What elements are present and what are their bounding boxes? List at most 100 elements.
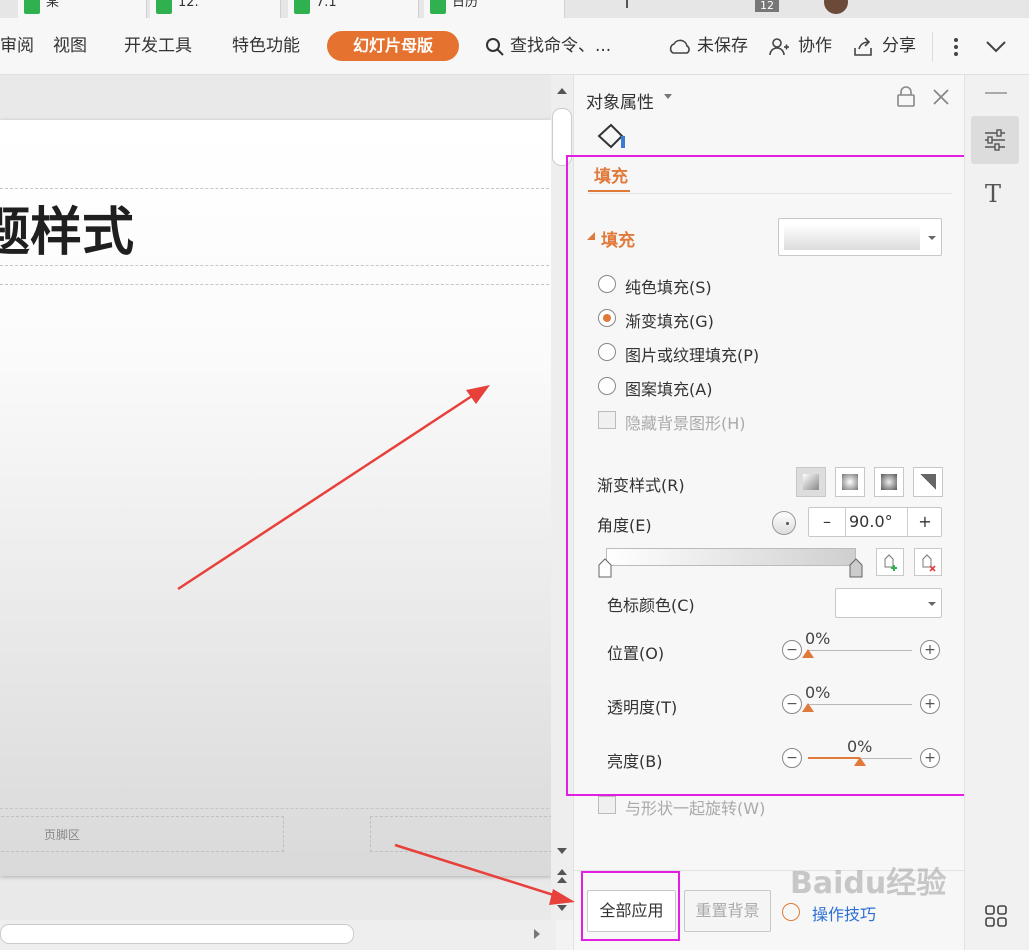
chevron-down-icon[interactable] [984,38,1008,54]
option-rotate-with-shape[interactable]: 与形状一起旋转(W) [625,795,765,819]
grid-apps-icon[interactable] [985,905,1007,927]
share-icon [854,37,872,56]
tab-count-badge[interactable]: 12 [755,0,779,12]
radio-gradient-fill[interactable] [598,309,616,327]
option-solid-fill[interactable]: 纯色填充(S) [625,274,712,298]
fill-bucket-icon[interactable] [596,122,630,152]
sheet-file-icon [156,0,172,14]
checkbox-rotate-with-shape[interactable] [598,796,616,814]
placeholder-border [0,808,549,809]
position-plus-button[interactable]: + [920,640,940,660]
sheet-file-icon [294,0,310,14]
option-hide-bg[interactable]: 隐藏背景图形(H) [625,410,746,434]
gradient-stop-start[interactable] [598,558,612,578]
menu-review[interactable]: 审阅 [0,18,34,74]
prev-page-icon[interactable] [556,868,568,886]
decrement-button[interactable]: – [809,508,846,536]
sheet-file-icon [24,0,40,14]
stop-color-dropdown[interactable] [835,588,942,618]
transparency-plus-button[interactable]: + [920,694,940,714]
close-icon[interactable] [932,88,950,106]
scroll-up-icon[interactable] [556,86,568,96]
transparency-label: 透明度(T) [607,698,678,717]
angle-dial-dot [786,522,789,525]
text-format-icon[interactable]: T [985,180,1001,208]
gradient-linear-icon [803,474,819,490]
gradient-linear-button[interactable] [796,467,826,497]
gradient-stop-end[interactable] [849,558,863,578]
tab-active-indicator [588,190,630,192]
scroll-down-icon[interactable] [556,846,568,856]
tab-label: 12. [178,0,199,10]
position-slider-thumb[interactable] [802,649,814,658]
unsaved-status[interactable]: 未保存 [697,18,748,74]
brightness-minus-button[interactable]: − [782,748,802,768]
radio-picture-fill[interactable] [598,343,616,361]
collaborate-icon [769,38,789,56]
tab-fill[interactable]: 填充 [594,162,628,187]
menu-dev-tools[interactable]: 开发工具 [124,18,192,74]
document-tab[interactable]: 12. [150,0,281,18]
master-title-placeholder[interactable]: 题样式 [0,190,134,265]
radio-solid-fill[interactable] [598,275,616,293]
fill-section-header[interactable]: 填充 [601,226,635,251]
gradient-rect-button[interactable] [874,467,904,497]
share-button[interactable]: 分享 [882,18,916,74]
increment-button[interactable]: + [907,508,942,536]
tab-slide-master[interactable]: 幻灯片母版 [327,31,459,61]
checkbox-hide-bg[interactable] [598,411,616,429]
search-commands[interactable]: 查找命令、... [510,18,611,74]
brightness-slider-thumb[interactable] [854,757,866,766]
lock-icon[interactable] [896,86,916,108]
document-tab[interactable]: 7.1 [288,0,419,18]
gradient-stops-bar[interactable] [606,548,856,566]
apply-all-button[interactable]: 全部应用 [587,890,676,932]
panel-title[interactable]: 对象属性 [586,88,654,113]
gradient-style-label: 渐变样式(R) [597,476,685,495]
transparency-minus-button[interactable]: − [782,694,802,714]
gradient-radial-icon [842,474,858,490]
option-gradient-fill[interactable]: 渐变填充(G) [625,308,714,332]
gradient-radial-button[interactable] [835,467,865,497]
fill-preview-dropdown[interactable] [778,218,942,256]
collapse-triangle-icon[interactable] [587,232,595,240]
transparency-slider-thumb[interactable] [802,703,814,712]
page-number-placeholder[interactable] [370,816,562,852]
tab-label: 日历 [452,0,479,10]
menu-view[interactable]: 视图 [53,18,87,74]
footer-placeholder[interactable]: 页脚区 [0,816,284,852]
new-tab-icon[interactable] [626,0,628,8]
document-tab[interactable]: 日历 [424,0,565,18]
sidebar-properties-button[interactable] [971,116,1019,164]
footer-label: 页脚区 [44,828,81,842]
add-stop-icon [884,554,897,571]
position-slider-track[interactable] [808,650,912,651]
transparency-slider-track[interactable] [808,704,912,705]
option-pattern-fill[interactable]: 图案填充(A) [625,376,712,400]
angle-input[interactable]: 90.0° [849,508,905,536]
search-icon[interactable] [485,37,505,57]
tips-link[interactable]: 操作技巧 [812,901,876,925]
next-page-icon[interactable] [556,894,568,912]
angle-spinner[interactable]: – 90.0° + [808,507,942,537]
more-icon[interactable] [948,36,964,58]
add-stop-button[interactable] [876,548,904,576]
brightness-plus-button[interactable]: + [920,748,940,768]
gradient-path-button[interactable] [913,467,943,497]
angle-dial-icon[interactable] [772,511,796,535]
menu-special[interactable]: 特色功能 [232,18,300,74]
position-minus-button[interactable]: − [782,640,802,660]
caret-down-icon[interactable] [664,94,672,100]
remove-stop-button[interactable] [914,548,942,576]
option-picture-fill[interactable]: 图片或纹理填充(P) [625,342,759,366]
horizontal-scrollbar-thumb[interactable] [0,924,354,944]
sheet-file-icon [430,0,446,14]
gradient-rect-icon [881,474,897,490]
watermark: Baidu经验 [790,866,947,901]
scroll-right-icon[interactable] [532,928,542,940]
document-tab[interactable]: 某 [18,0,147,18]
radio-pattern-fill[interactable] [598,377,616,395]
reset-background-button[interactable]: 重置背景 [684,890,771,932]
tips-icon[interactable] [782,903,800,921]
collaborate-button[interactable]: 协作 [798,18,832,74]
